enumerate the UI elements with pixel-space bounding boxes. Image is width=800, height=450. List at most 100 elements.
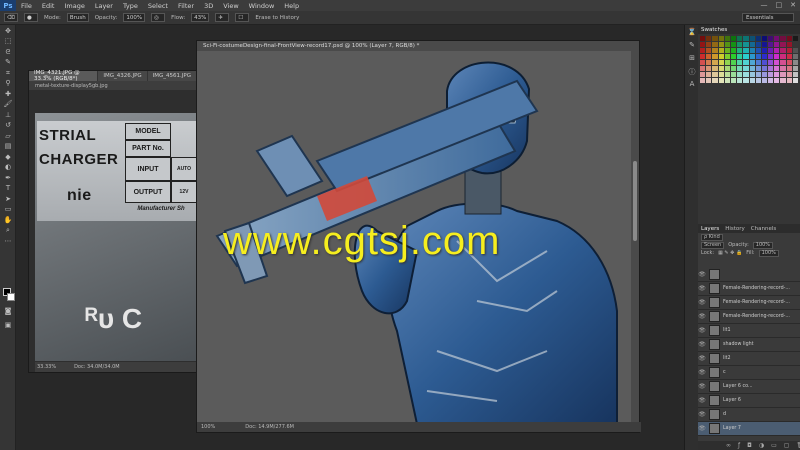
swatch-cell[interactable] — [768, 36, 774, 41]
swatch-cell[interactable] — [706, 36, 712, 41]
swatch-cell[interactable] — [718, 60, 724, 65]
swatch-cell[interactable] — [780, 54, 786, 59]
swatch-cell[interactable] — [712, 66, 718, 71]
quick-mask-icon[interactable]: ◙ — [2, 307, 14, 316]
visibility-eye-icon[interactable]: 👁 — [698, 411, 706, 418]
swatch-cell[interactable] — [768, 78, 774, 83]
swatch-cell[interactable] — [792, 54, 798, 59]
vertical-scrollbar[interactable] — [631, 51, 639, 424]
tab-layers[interactable]: Layers — [701, 226, 719, 232]
background-color[interactable] — [7, 293, 15, 301]
swatch-cell[interactable] — [730, 66, 737, 71]
swatch-cell[interactable] — [700, 48, 706, 53]
visibility-eye-icon[interactable]: 👁 — [698, 355, 706, 362]
swatch-cell[interactable] — [730, 36, 737, 41]
swatch-cell[interactable] — [749, 78, 755, 83]
layer-row[interactable]: 👁 shadow light — [698, 338, 800, 352]
swatch-cell[interactable] — [792, 60, 798, 65]
swatch-cell[interactable] — [743, 54, 749, 59]
swatch-cell[interactable] — [786, 60, 792, 65]
layer-row[interactable]: 👁 lit2 — [698, 352, 800, 366]
swatch-cell[interactable] — [774, 60, 780, 65]
swatch-cell[interactable] — [786, 66, 792, 71]
swatch-cell[interactable] — [730, 72, 737, 77]
swatch-cell[interactable] — [755, 42, 761, 47]
swatch-cell[interactable] — [730, 60, 737, 65]
swatch-cell[interactable] — [706, 78, 712, 83]
tab-channels[interactable]: Channels — [751, 226, 776, 232]
visibility-eye-icon[interactable]: 👁 — [698, 271, 706, 278]
character-panel-icon[interactable]: A — [687, 80, 697, 90]
layer-opacity-field[interactable]: 100% — [752, 241, 774, 249]
zoom-tool-icon[interactable]: ⌕ — [2, 226, 14, 235]
trash-icon[interactable]: 🗑 — [796, 442, 800, 449]
swatch-cell[interactable] — [718, 48, 724, 53]
visibility-eye-icon[interactable]: 👁 — [698, 299, 706, 306]
swatch-cell[interactable] — [706, 72, 712, 77]
menu-type[interactable]: Type — [118, 2, 143, 10]
swatch-cell[interactable] — [768, 66, 774, 71]
info-panel-icon[interactable]: ⓘ — [687, 67, 697, 77]
swatch-cell[interactable] — [780, 66, 786, 71]
visibility-eye-icon[interactable]: 👁 — [698, 313, 706, 320]
minimize-icon[interactable]: — — [761, 1, 768, 9]
swatch-cell[interactable] — [786, 42, 792, 47]
swatch-cell[interactable] — [780, 72, 786, 77]
swatch-cell[interactable] — [737, 72, 743, 77]
swatch-cell[interactable] — [724, 48, 730, 53]
swatch-cell[interactable] — [749, 66, 755, 71]
swatch-cell[interactable] — [700, 54, 706, 59]
swatch-cell[interactable] — [755, 48, 761, 53]
visibility-eye-icon[interactable]: 👁 — [698, 369, 706, 376]
eraser-tool-icon[interactable]: ▱ — [2, 132, 14, 141]
swatch-cell[interactable] — [700, 72, 706, 77]
swatch-cell[interactable] — [774, 48, 780, 53]
swatch-cell[interactable] — [700, 60, 706, 65]
canvas[interactable]: www.cgtsj.com — [197, 51, 633, 424]
swatch-cell[interactable] — [749, 72, 755, 77]
swatch-cell[interactable] — [755, 36, 761, 41]
layer-row[interactable]: 👁 d — [698, 408, 800, 422]
tab-history[interactable]: History — [725, 226, 745, 232]
doc-subtab[interactable]: metal-texture-display5gb.jpg — [29, 81, 197, 90]
document-title[interactable]: Sci-Fi-costumeDesign-final-FrontView-rec… — [197, 41, 639, 51]
swatch-cell[interactable] — [730, 54, 737, 59]
swatch-cell[interactable] — [768, 42, 774, 47]
swatch-cell[interactable] — [792, 36, 798, 41]
swatch-cell[interactable] — [706, 60, 712, 65]
visibility-eye-icon[interactable]: 👁 — [698, 327, 706, 334]
swatch-cell[interactable] — [743, 60, 749, 65]
swatch-cell[interactable] — [712, 78, 718, 83]
hand-tool-icon[interactable]: ✋ — [2, 216, 14, 225]
blend-mode-select[interactable]: Screen — [701, 241, 725, 249]
brush-panel-icon[interactable]: ✎ — [687, 41, 697, 51]
swatch-cell[interactable] — [718, 78, 724, 83]
brush-tool-icon[interactable]: 🖌 — [2, 100, 14, 109]
eraser-preset-icon[interactable]: ⌫ — [4, 13, 18, 22]
swatch-cell[interactable] — [724, 60, 730, 65]
swatch-cell[interactable] — [761, 48, 768, 53]
swatch-cell[interactable] — [730, 78, 737, 83]
swatch-cell[interactable] — [792, 72, 798, 77]
swatch-cell[interactable] — [743, 72, 749, 77]
kind-filter-select[interactable]: ρ Kind — [701, 233, 723, 241]
maximize-icon[interactable]: □ — [776, 1, 783, 9]
marquee-tool-icon[interactable]: ⬚ — [2, 37, 14, 46]
swatch-cell[interactable] — [786, 72, 792, 77]
menu-help[interactable]: Help — [279, 2, 304, 10]
swatch-cell[interactable] — [724, 72, 730, 77]
swatch-cell[interactable] — [774, 54, 780, 59]
mode-select[interactable]: Brush — [66, 13, 89, 22]
pen-tool-icon[interactable]: ✒ — [2, 174, 14, 183]
layer-row[interactable]: 👁 Layer 7 — [698, 422, 800, 436]
zoom-level-main[interactable]: 100% — [201, 424, 215, 430]
swatch-cell[interactable] — [755, 66, 761, 71]
swatch-cell[interactable] — [737, 60, 743, 65]
lasso-tool-icon[interactable]: ᘓ — [2, 48, 14, 57]
swatch-cell[interactable] — [743, 42, 749, 47]
workspace-select[interactable]: Essentials — [742, 13, 794, 22]
swatch-cell[interactable] — [761, 78, 768, 83]
type-tool-icon[interactable]: T — [2, 184, 14, 193]
visibility-eye-icon[interactable]: 👁 — [698, 425, 706, 432]
menu-image[interactable]: Image — [59, 2, 89, 10]
